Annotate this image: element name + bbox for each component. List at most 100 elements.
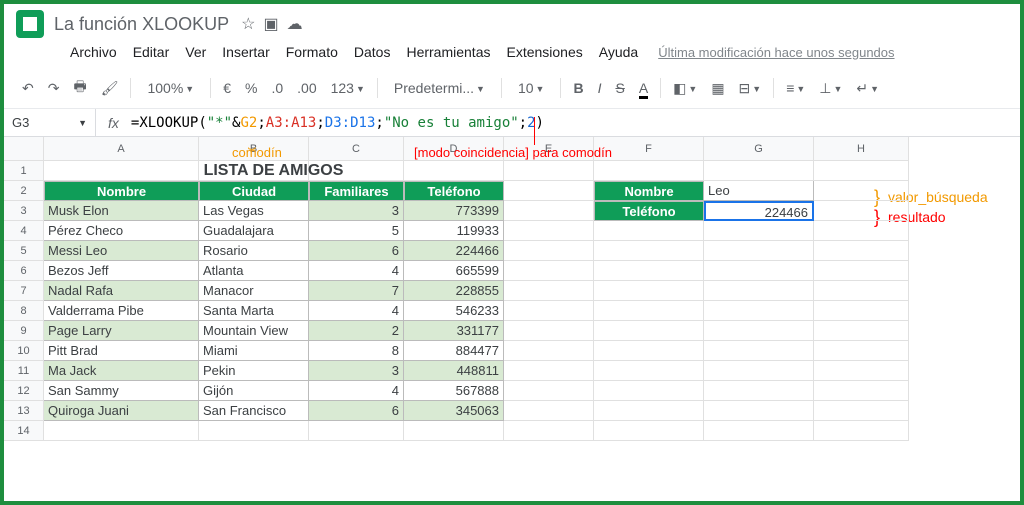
cell[interactable]: Quiroga Juani <box>44 401 199 421</box>
cell[interactable] <box>504 181 594 201</box>
cell[interactable] <box>594 301 704 321</box>
cell[interactable] <box>594 221 704 241</box>
cell[interactable] <box>594 161 704 181</box>
cell[interactable] <box>594 401 704 421</box>
cell[interactable]: 7 <box>309 281 404 301</box>
cell[interactable]: Musk Elon <box>44 201 199 221</box>
cell[interactable] <box>814 361 909 381</box>
cell[interactable]: 4 <box>309 301 404 321</box>
cell[interactable]: 5 <box>309 221 404 241</box>
menu-editar[interactable]: Editar <box>125 42 178 62</box>
cell[interactable] <box>814 341 909 361</box>
row-header[interactable]: 11 <box>4 361 44 381</box>
formula-bar[interactable]: =XLOOKUP("*"&G2;A3:A13;D3:D13;"No es tu … <box>131 115 544 131</box>
cell[interactable] <box>704 421 814 441</box>
col-header[interactable]: G <box>704 137 814 161</box>
cell[interactable]: Ciudad <box>199 181 309 201</box>
cell[interactable]: 224466 <box>404 241 504 261</box>
cell[interactable]: 546233 <box>404 301 504 321</box>
cell[interactable] <box>594 421 704 441</box>
row-header[interactable]: 8 <box>4 301 44 321</box>
italic-icon[interactable]: I <box>592 76 608 100</box>
col-header[interactable]: C <box>309 137 404 161</box>
cell[interactable] <box>814 301 909 321</box>
currency-icon[interactable]: € <box>217 76 237 100</box>
cell[interactable]: 448811 <box>404 361 504 381</box>
cell[interactable]: Nombre <box>594 181 704 201</box>
row-header[interactable]: 2 <box>4 181 44 201</box>
cell[interactable]: 224466 <box>704 201 814 221</box>
halign-icon[interactable]: ≡▼ <box>780 76 811 100</box>
cell[interactable]: Teléfono <box>404 181 504 201</box>
menu-insertar[interactable]: Insertar <box>214 42 277 62</box>
cell[interactable] <box>814 421 909 441</box>
cell[interactable] <box>814 221 909 241</box>
print-icon[interactable]: 🖶 <box>67 72 92 104</box>
cell[interactable] <box>814 321 909 341</box>
cell[interactable] <box>814 181 909 201</box>
cell[interactable] <box>704 281 814 301</box>
cell[interactable]: Santa Marta <box>199 301 309 321</box>
cell[interactable] <box>704 321 814 341</box>
percent-icon[interactable]: % <box>239 76 263 100</box>
cell[interactable]: 773399 <box>404 201 504 221</box>
doc-title[interactable]: La función XLOOKUP <box>54 14 229 35</box>
cell[interactable]: Messi Leo <box>44 241 199 261</box>
redo-icon[interactable]: ↷ <box>42 76 66 101</box>
cell[interactable] <box>594 321 704 341</box>
cell[interactable]: 4 <box>309 261 404 281</box>
move-icon[interactable]: ▣ <box>263 14 278 34</box>
cell[interactable]: Leo <box>704 181 814 201</box>
cell[interactable] <box>704 221 814 241</box>
cell[interactable] <box>504 421 594 441</box>
fill-color-icon[interactable]: ◧▼ <box>667 76 703 101</box>
text-color-icon[interactable]: A <box>633 76 654 100</box>
menu-formato[interactable]: Formato <box>278 42 346 62</box>
cell[interactable] <box>594 381 704 401</box>
cell[interactable]: 665599 <box>404 261 504 281</box>
cell[interactable] <box>199 421 309 441</box>
cell[interactable] <box>44 421 199 441</box>
cell[interactable]: 228855 <box>404 281 504 301</box>
cell[interactable]: Nadal Rafa <box>44 281 199 301</box>
cell[interactable]: 6 <box>309 241 404 261</box>
cell[interactable] <box>704 361 814 381</box>
cell[interactable]: San Francisco <box>199 401 309 421</box>
cell[interactable]: Atlanta <box>199 261 309 281</box>
menu-datos[interactable]: Datos <box>346 42 399 62</box>
cell[interactable] <box>814 261 909 281</box>
cell[interactable] <box>594 361 704 381</box>
cell[interactable]: LISTA DE AMIGOS <box>44 161 504 181</box>
row-header[interactable]: 4 <box>4 221 44 241</box>
row-header[interactable]: 1 <box>4 161 44 181</box>
strike-icon[interactable]: S <box>609 76 630 100</box>
menu-ayuda[interactable]: Ayuda <box>591 42 646 62</box>
row-header[interactable]: 3 <box>4 201 44 221</box>
decrease-decimal-icon[interactable]: .0 <box>265 76 289 100</box>
bold-icon[interactable]: B <box>567 76 589 100</box>
cell[interactable]: 2 <box>309 321 404 341</box>
cell[interactable] <box>814 281 909 301</box>
cell[interactable]: Mountain View <box>199 321 309 341</box>
sheets-logo-icon[interactable] <box>16 10 44 38</box>
row-header[interactable]: 9 <box>4 321 44 341</box>
increase-decimal-icon[interactable]: .00 <box>291 76 322 100</box>
cell[interactable] <box>704 401 814 421</box>
more-formats-icon[interactable]: 123▼ <box>325 76 371 100</box>
menu-archivo[interactable]: Archivo <box>62 42 125 62</box>
row-header[interactable]: 6 <box>4 261 44 281</box>
cell[interactable]: 567888 <box>404 381 504 401</box>
cell[interactable]: Page Larry <box>44 321 199 341</box>
cell[interactable]: Pérez Checo <box>44 221 199 241</box>
cell[interactable] <box>504 261 594 281</box>
col-header[interactable]: A <box>44 137 199 161</box>
name-box[interactable]: G3▼ <box>4 109 96 136</box>
menu-ver[interactable]: Ver <box>177 42 214 62</box>
menu-herramientas[interactable]: Herramientas <box>398 42 498 62</box>
cell[interactable]: Pitt Brad <box>44 341 199 361</box>
cell[interactable] <box>504 361 594 381</box>
cell[interactable]: 119933 <box>404 221 504 241</box>
zoom-select[interactable]: 100%▼ <box>137 76 204 100</box>
cell[interactable]: 345063 <box>404 401 504 421</box>
row-header[interactable]: 10 <box>4 341 44 361</box>
